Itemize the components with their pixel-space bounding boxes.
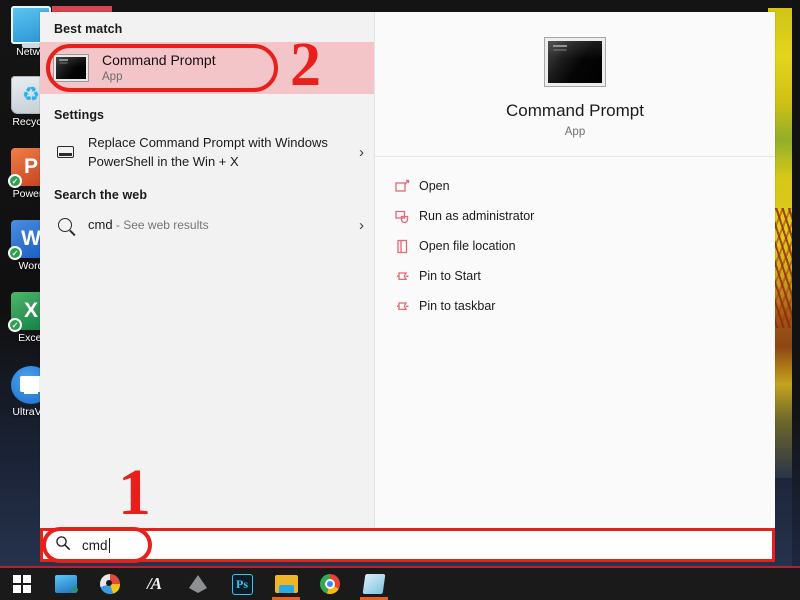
app-actions-list: Open Run as administrator Open file loca… bbox=[375, 157, 775, 321]
settings-result-label: Replace Command Prompt with Windows Powe… bbox=[88, 135, 328, 169]
sync-check-icon: ✓ bbox=[8, 246, 22, 260]
preview-column: Command Prompt App Open Run as administr… bbox=[374, 12, 775, 528]
action-open-file-location[interactable]: Open file location bbox=[389, 231, 775, 261]
search-input[interactable]: cmd bbox=[40, 528, 775, 562]
annotation-step-1: 1 bbox=[118, 456, 151, 529]
annotation-step-2: 2 bbox=[290, 31, 321, 99]
taskbar-ia-shortcut[interactable]: /A bbox=[132, 568, 176, 600]
folder-door-icon bbox=[389, 239, 415, 254]
paint-palette-icon bbox=[100, 574, 120, 594]
action-label: Open file location bbox=[419, 239, 516, 253]
settings-result-row[interactable]: Replace Command Prompt with Windows Powe… bbox=[40, 128, 374, 176]
action-label: Open bbox=[419, 179, 450, 193]
notes-icon bbox=[362, 574, 386, 594]
settings-heading: Settings bbox=[54, 108, 105, 122]
best-match-subtitle: App bbox=[102, 70, 123, 83]
sync-check-icon: ✓ bbox=[8, 318, 22, 332]
results-column: Best match Command Prompt App 2 Settings bbox=[40, 12, 374, 528]
web-result-query: cmd bbox=[88, 217, 113, 232]
start-button[interactable] bbox=[0, 568, 44, 600]
taskbar-3d-shortcut[interactable] bbox=[176, 568, 220, 600]
sync-check-icon: ✓ bbox=[8, 174, 22, 188]
preview-subtitle: App bbox=[564, 126, 586, 138]
app-preview: Command Prompt App bbox=[375, 12, 775, 157]
chrome-icon bbox=[320, 574, 340, 594]
best-match-texts: Command Prompt App bbox=[102, 52, 216, 85]
taskbar-file-explorer[interactable] bbox=[264, 568, 308, 600]
taskbar-chrome[interactable] bbox=[308, 568, 352, 600]
action-run-as-administrator[interactable]: Run as administrator bbox=[389, 201, 775, 231]
taskbar: /A Ps bbox=[0, 568, 800, 600]
wallpaper-edge bbox=[792, 0, 800, 568]
action-label: Pin to Start bbox=[419, 269, 481, 283]
ia-icon: /A bbox=[146, 574, 162, 593]
taskbar-network-shortcut[interactable] bbox=[44, 568, 88, 600]
word-letter: W bbox=[21, 227, 41, 250]
best-match-title: Command Prompt bbox=[102, 51, 216, 68]
pin-icon bbox=[389, 299, 415, 314]
preview-title: Command Prompt bbox=[506, 101, 644, 120]
powerpoint-letter: P bbox=[23, 155, 38, 178]
command-prompt-icon bbox=[545, 38, 605, 86]
shield-window-icon bbox=[389, 209, 415, 224]
taskbar-photoshop-shortcut[interactable]: Ps bbox=[220, 568, 264, 600]
windows-logo-icon bbox=[13, 575, 31, 593]
search-input-value: cmd bbox=[82, 537, 108, 553]
open-window-icon bbox=[389, 179, 415, 194]
search-input-inner: cmd bbox=[43, 535, 111, 556]
taskbar-sticky-notes[interactable] bbox=[352, 568, 396, 600]
chevron-right-icon[interactable]: › bbox=[353, 217, 364, 234]
desktop-screen: Netwo Recycle P ✓ PowerP W ✓ Word X ✓ E bbox=[0, 0, 800, 600]
action-open[interactable]: Open bbox=[389, 171, 775, 201]
pin-icon bbox=[389, 269, 415, 284]
command-prompt-icon bbox=[54, 55, 88, 81]
monitor-keyboard-icon bbox=[54, 146, 76, 158]
text-caret bbox=[108, 537, 111, 553]
search-web-heading: Search the web bbox=[54, 188, 148, 202]
search-results-panel: Best match Command Prompt App 2 Settings bbox=[40, 12, 775, 528]
action-pin-to-start[interactable]: Pin to Start bbox=[389, 261, 775, 291]
action-pin-to-taskbar[interactable]: Pin to taskbar bbox=[389, 291, 775, 321]
taskbar-paint-shortcut[interactable] bbox=[88, 568, 132, 600]
best-match-heading: Best match bbox=[54, 22, 123, 36]
web-result-label: cmd - See web results bbox=[88, 215, 353, 235]
network-icon bbox=[55, 575, 79, 596]
best-match-result[interactable]: Command Prompt App bbox=[40, 42, 374, 94]
search-icon bbox=[55, 535, 71, 556]
action-label: Run as administrator bbox=[419, 209, 535, 223]
folder-icon bbox=[274, 575, 298, 593]
web-result-suffix: - See web results bbox=[112, 218, 209, 232]
diamond-icon bbox=[189, 575, 207, 593]
search-icon bbox=[54, 218, 76, 232]
excel-letter: X bbox=[23, 299, 38, 322]
web-result-row[interactable]: cmd - See web results › bbox=[40, 208, 374, 242]
chevron-right-icon[interactable]: › bbox=[353, 144, 364, 161]
photoshop-icon: Ps bbox=[231, 573, 253, 595]
action-label: Pin to taskbar bbox=[419, 299, 496, 313]
